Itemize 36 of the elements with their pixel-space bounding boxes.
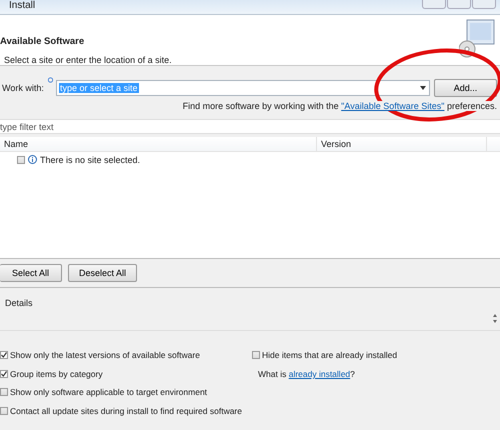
option-label: Hide items that are already installed: [262, 350, 398, 360]
option-label: Group items by category: [10, 368, 103, 379]
option-label: Contact all update sites during install to find required software: [10, 406, 242, 416]
selection-button[interactable]: Select All: [0, 264, 62, 282]
installed-hint: What is already installed?: [257, 368, 355, 379]
preferences-hint: Find more software by working with the "Available Software Sites" preferences.: [182, 101, 498, 111]
checkbox[interactable]: [0, 388, 8, 396]
option-label: Show only software applicable to target environment: [10, 387, 208, 398]
filter-field[interactable]: type filter text: [0, 119, 500, 134]
page-subtitle: Select a site or enter the location of a site.: [4, 55, 172, 65]
option-label: Show only the latest versions of available software: [10, 350, 200, 360]
dropdown-caret-icon: [420, 86, 426, 90]
scroll-arrows-icon[interactable]: [493, 314, 497, 323]
selection-button[interactable]: Deselect All: [68, 264, 138, 282]
minimize-button[interactable]: [422, 0, 446, 9]
close-button[interactable]: [472, 0, 496, 9]
available-software-sites-link[interactable]: "Available Software Sites": [341, 101, 444, 111]
already-installed-link[interactable]: already installed: [288, 368, 350, 379]
work-with-label: Work with:: [2, 83, 45, 93]
info-icon: [48, 77, 53, 85]
checkbox[interactable]: [252, 351, 260, 360]
checkbox[interactable]: [17, 156, 25, 164]
column-header[interactable]: Version: [317, 137, 487, 151]
preferences-word: preferences.: [446, 101, 497, 111]
info-icon: [28, 155, 37, 164]
checkbox[interactable]: [0, 351, 8, 360]
details-label: Details: [5, 298, 33, 308]
checkbox[interactable]: [0, 406, 8, 415]
column-header[interactable]: Name: [0, 137, 317, 151]
checkbox[interactable]: [0, 370, 8, 378]
maximize-button[interactable]: [447, 0, 471, 9]
add-button[interactable]: Add...: [434, 79, 497, 97]
window-title: Install: [9, 0, 36, 11]
table-cell: There is no site selected.: [40, 154, 140, 164]
page-title: Available Software: [0, 36, 84, 47]
monitor-disc-icon: [459, 19, 495, 59]
